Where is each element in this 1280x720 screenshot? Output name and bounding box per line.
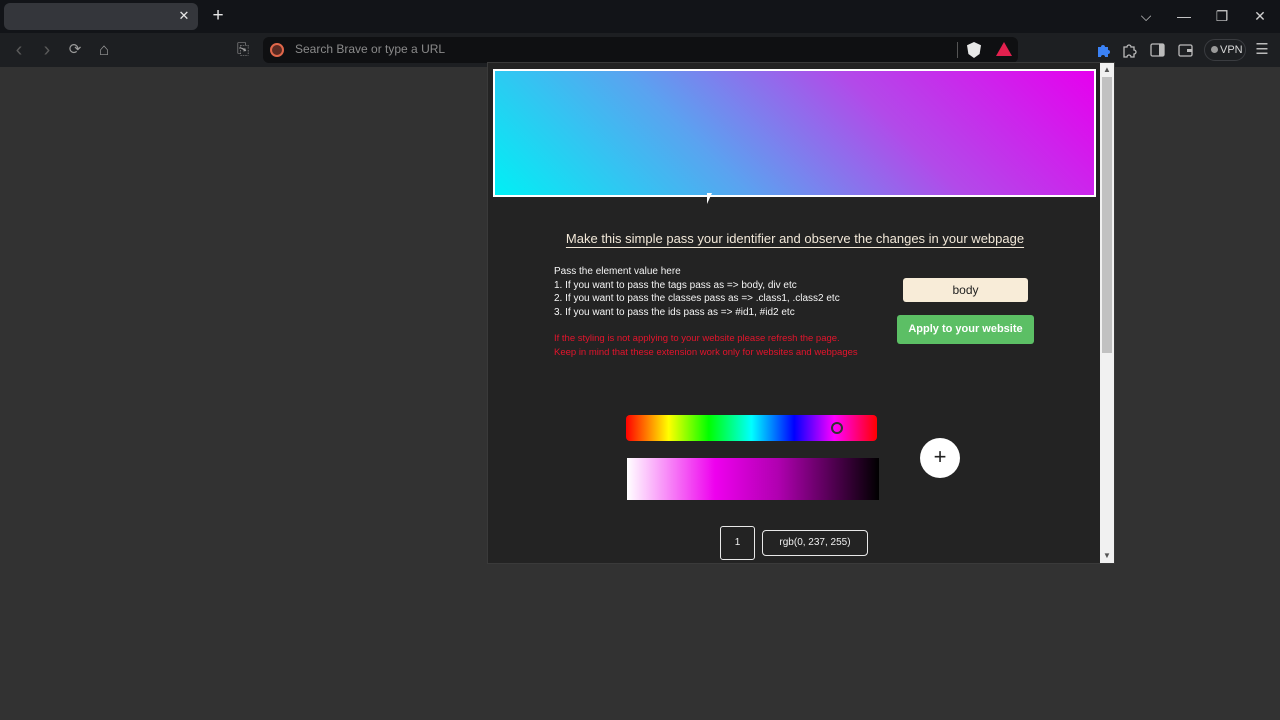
bookmark-icon[interactable]: ⎘ xyxy=(233,40,253,60)
instruction-line: Pass the element value here xyxy=(554,266,681,277)
gradient-preview xyxy=(493,69,1096,197)
instructions-block: Pass the element value here 1. If you wa… xyxy=(554,265,894,319)
new-tab-button[interactable]: + xyxy=(208,6,228,26)
warning-text: If the styling is not applying to your w… xyxy=(554,332,894,359)
extension-popup: Make this simple pass your identifier an… xyxy=(487,62,1115,564)
vpn-label: VPN xyxy=(1220,44,1243,56)
home-button[interactable]: ⌂ xyxy=(94,40,114,60)
browser-tab[interactable]: ✕ xyxy=(4,3,198,30)
instruction-line: 1. If you want to pass the tags pass as … xyxy=(554,279,797,291)
saturation-picker[interactable] xyxy=(627,458,879,500)
forward-button[interactable]: › xyxy=(37,40,57,60)
warning-line: If the styling is not applying to your w… xyxy=(554,333,840,344)
wallet-icon[interactable] xyxy=(1178,43,1193,57)
apply-button[interactable]: Apply to your website xyxy=(897,315,1034,344)
window-close-button[interactable]: ✕ xyxy=(1249,6,1271,26)
brave-rewards-icon[interactable] xyxy=(996,42,1012,56)
vpn-button[interactable]: VPN xyxy=(1204,39,1246,61)
color-count-field[interactable]: 1 xyxy=(720,526,755,560)
mouse-cursor-icon xyxy=(707,193,716,204)
extensions-icon[interactable] xyxy=(1122,42,1138,58)
identifier-input[interactable] xyxy=(903,278,1028,302)
tab-search-chevron-icon[interactable]: ⌵ xyxy=(1135,6,1157,26)
divider xyxy=(957,42,958,58)
address-bar[interactable]: Search Brave or type a URL xyxy=(263,37,1018,63)
add-color-button[interactable]: + xyxy=(920,438,960,478)
puzzle-icon[interactable] xyxy=(1096,42,1112,58)
sidebar-icon[interactable] xyxy=(1150,43,1165,57)
instruction-line: 2. If you want to pass the classes pass … xyxy=(554,293,840,304)
scroll-up-icon[interactable]: ▲ xyxy=(1100,64,1114,76)
instruction-line: 3. If you want to pass the ids pass as =… xyxy=(554,306,795,318)
hue-slider-handle[interactable] xyxy=(830,422,843,434)
rgb-value-field[interactable]: rgb(0, 237, 255) xyxy=(762,530,868,556)
back-button[interactable]: ‹ xyxy=(9,40,29,60)
search-engine-icon xyxy=(270,43,284,57)
tab-strip: ✕ + ⌵ — ❐ ✕ xyxy=(0,0,1280,33)
restore-button[interactable]: ❐ xyxy=(1211,6,1233,26)
address-placeholder: Search Brave or type a URL xyxy=(295,42,446,56)
brave-shields-icon[interactable] xyxy=(967,42,981,58)
minimize-button[interactable]: — xyxy=(1173,6,1195,26)
close-icon[interactable]: ✕ xyxy=(176,8,192,24)
hue-slider[interactable] xyxy=(626,415,877,441)
menu-icon[interactable]: ☰ xyxy=(1252,40,1272,60)
popup-heading: Make this simple pass your identifier an… xyxy=(565,231,1025,246)
scroll-down-icon[interactable]: ▼ xyxy=(1100,550,1114,562)
reload-button[interactable]: ⟳ xyxy=(65,40,85,60)
popup-scrollbar[interactable]: ▲ ▼ xyxy=(1100,63,1114,563)
vpn-status-icon xyxy=(1211,46,1218,53)
scrollbar-thumb[interactable] xyxy=(1102,77,1112,353)
warning-line: Keep in mind that these extension work o… xyxy=(554,346,858,358)
